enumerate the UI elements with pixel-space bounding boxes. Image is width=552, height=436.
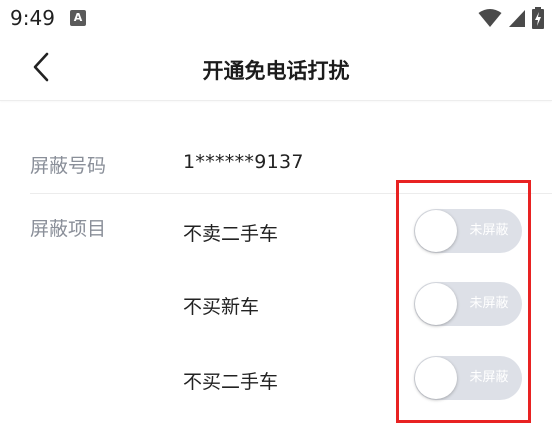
toggle-knob bbox=[415, 283, 457, 325]
status-bar: 9:49 A bbox=[0, 0, 552, 38]
blocked-items-label: 屏蔽项目 bbox=[30, 218, 107, 240]
toggle-status-text: 未屏蔽 bbox=[469, 296, 509, 311]
page-title: 开通免电话打扰 bbox=[202, 59, 350, 83]
status-time: 9:49 bbox=[10, 6, 55, 30]
status-icons bbox=[478, 6, 544, 30]
divider bbox=[30, 193, 552, 194]
nav-bar: 开通免电话打扰 bbox=[0, 38, 552, 101]
toggle-sell-used-car[interactable]: 未屏蔽 bbox=[414, 209, 522, 253]
blocked-number-label: 屏蔽号码 bbox=[30, 155, 107, 177]
blocked-number-value: 1******9137 bbox=[183, 151, 304, 173]
a-notification-icon: A bbox=[70, 10, 86, 26]
toggle-buy-new-car[interactable]: 未屏蔽 bbox=[414, 282, 522, 326]
screen: 9:49 A 开通免电话打扰 屏蔽号码 1******9137 屏蔽项目 不卖二… bbox=[0, 0, 552, 436]
toggle-knob bbox=[415, 210, 457, 252]
toggle-status-text: 未屏蔽 bbox=[469, 370, 509, 385]
block-item-label-buy-new-car: 不买新车 bbox=[183, 296, 260, 318]
toggle-buy-used-car[interactable]: 未屏蔽 bbox=[414, 356, 522, 400]
battery-charging-icon bbox=[532, 7, 544, 29]
signal-icon bbox=[508, 8, 526, 28]
block-item-label-buy-used-car: 不买二手车 bbox=[183, 371, 279, 393]
toggle-status-text: 未屏蔽 bbox=[469, 223, 509, 238]
block-item-label-sell-used-car: 不卖二手车 bbox=[183, 223, 279, 245]
toggle-knob bbox=[415, 357, 457, 399]
wifi-icon bbox=[478, 8, 502, 28]
